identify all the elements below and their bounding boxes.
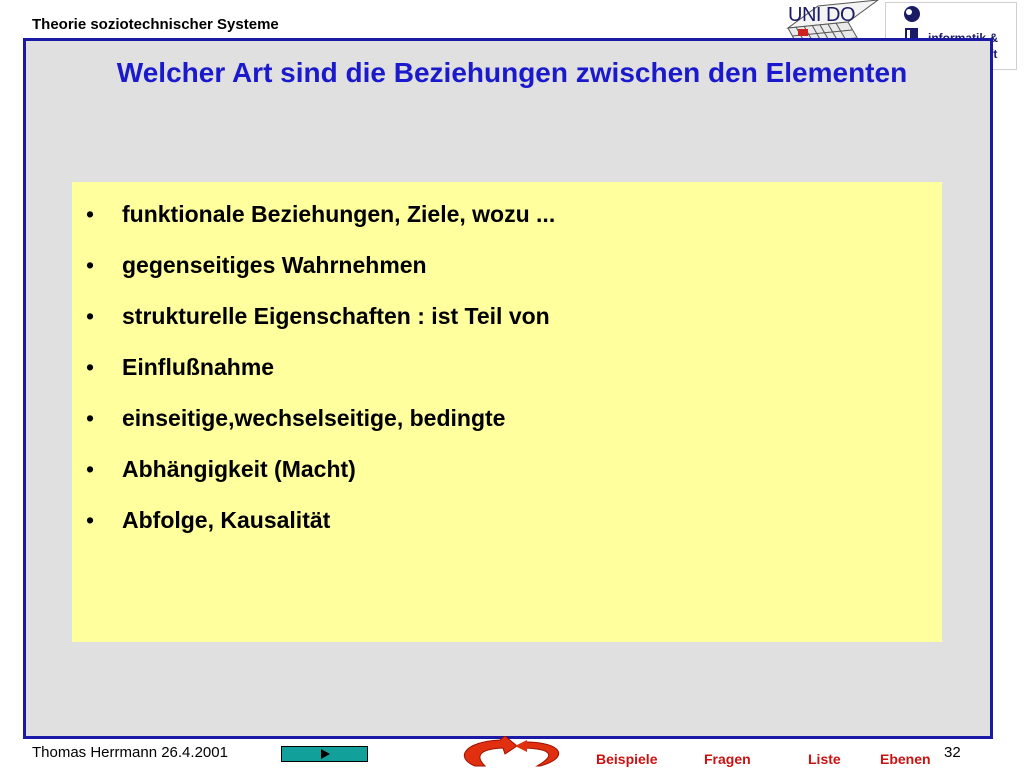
bullet-dot: •: [86, 303, 95, 329]
list-item: • Einflußnahme: [86, 347, 555, 398]
list-item: • Abfolge, Kausalität: [86, 500, 555, 551]
footer-author: Thomas Herrmann 26.4.2001: [32, 744, 228, 761]
bullet-dot: •: [86, 456, 95, 482]
list-item-text: einseitige,wechselseitige, bedingte: [122, 405, 506, 431]
bullet-dot: •: [86, 405, 95, 431]
nav-link-beispiele[interactable]: Beispiele: [596, 751, 657, 767]
bullet-dot: •: [86, 252, 95, 278]
nav-link-fragen[interactable]: Fragen: [704, 751, 751, 767]
list-item-text: Einflußnahme: [122, 354, 275, 380]
list-item-text: Abfolge, Kausalität: [122, 507, 331, 533]
nav-link-liste[interactable]: Liste: [808, 751, 841, 767]
list-item: • funktionale Beziehungen, Ziele, wozu ..…: [86, 194, 555, 245]
bullet-dot: •: [86, 201, 95, 227]
nav-link-ebenen[interactable]: Ebenen: [880, 751, 931, 767]
list-item-text: funktionale Beziehungen, Ziele, wozu ...: [122, 201, 556, 227]
list-item: • Abhängigkeit (Macht): [86, 449, 555, 500]
unido-logo-text: UNI DO: [788, 4, 856, 26]
bullet-dot: •: [86, 507, 95, 533]
header-title: Theorie soziotechnischer Systeme: [32, 16, 279, 33]
play-button[interactable]: [281, 746, 368, 762]
swirl-arrow-icon[interactable]: [445, 736, 580, 768]
play-arrow-icon: [320, 749, 330, 759]
page-number: 32: [944, 744, 961, 761]
list-item: • strukturelle Eigenschaften : ist Teil v…: [86, 296, 555, 347]
bullet-dot: •: [86, 354, 95, 380]
list-item-text: Abhängigkeit (Macht): [122, 456, 356, 482]
list-item-text: gegenseitiges Wahrnehmen: [122, 252, 427, 278]
slide-title: Welcher Art sind die Beziehungen zwische…: [116, 57, 908, 88]
bullet-list: • funktionale Beziehungen, Ziele, wozu ..…: [86, 194, 555, 551]
content-box: • funktionale Beziehungen, Ziele, wozu ..…: [72, 182, 942, 642]
list-item: • einseitige,wechselseitige, bedingte: [86, 398, 555, 449]
list-item: • gegenseitiges Wahrnehmen: [86, 245, 555, 296]
list-item-text: strukturelle Eigenschaften : ist Teil vo…: [122, 303, 550, 329]
